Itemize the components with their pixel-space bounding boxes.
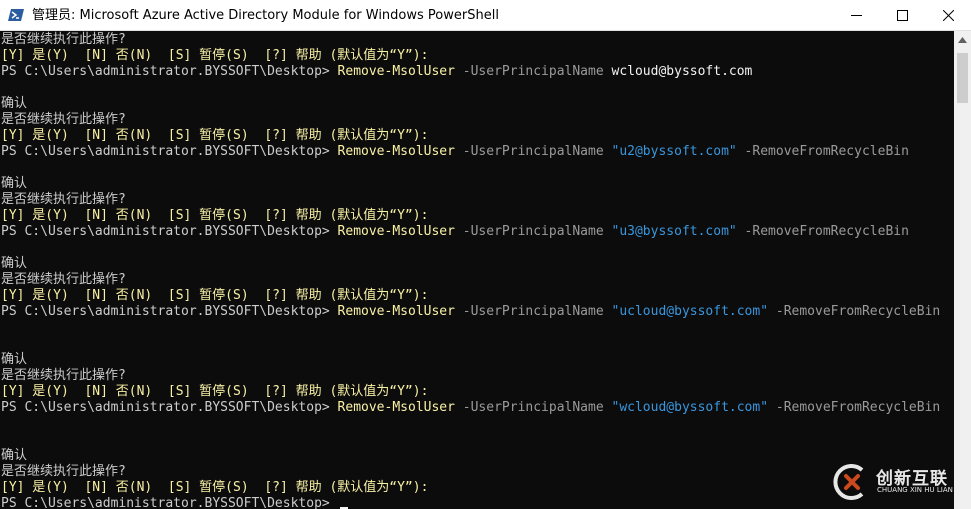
title-bar[interactable]: 管理员: Microsoft Azure Active Directory Mo… xyxy=(0,0,971,31)
console-text-segment: 是否继续执行此操作? xyxy=(1,272,126,287)
console-line: 是否继续执行此操作? xyxy=(1,464,126,480)
console-line: [Y] 是(Y) [N] 否(N) [S] 暂停(S) [?] 帮助 (默认值为… xyxy=(1,128,428,144)
console-text-segment: [Y] 是(Y) [N] 否(N) [S] 暂停(S) [?] 帮助 (默认值为… xyxy=(1,384,429,399)
console-text-segment: wcloud@byssoft.com xyxy=(611,64,753,79)
console-line: PS C:\Users\administrator.BYSSOFT\Deskto… xyxy=(1,304,940,320)
console-text-segment: Remove-MsolUser xyxy=(337,144,455,159)
console-text-segment: -UserPrincipalName xyxy=(454,144,612,159)
console-text-segment: 确认 xyxy=(1,352,28,367)
console-line: PS C:\Users\administrator.BYSSOFT\Deskto… xyxy=(1,224,909,240)
console-text-segment: 是否继续执行此操作? xyxy=(1,32,126,47)
console-text-segment: 确认 xyxy=(1,448,28,463)
window-title: 管理员: Microsoft Azure Active Directory Mo… xyxy=(32,8,499,23)
console-line: 确认 xyxy=(1,448,27,464)
maximize-icon xyxy=(896,10,908,21)
console-text-segment: -UserPrincipalName xyxy=(454,304,612,319)
console-line: PS C:\Users\administrator.BYSSOFT\Deskto… xyxy=(1,144,909,160)
console-line: [Y] 是(Y) [N] 否(N) [S] 暂停(S) [?] 帮助 (默认值为… xyxy=(1,480,428,496)
console-text-segment: PS C:\Users\administrator.BYSSOFT\Deskto… xyxy=(1,400,338,415)
console-text-segment: "wcloud@byssoft.com" xyxy=(611,400,769,415)
console-text-segment: -UserPrincipalName xyxy=(454,64,612,79)
maximize-button[interactable] xyxy=(879,0,925,31)
watermark-subtitle: CHUANG XIN HU LIAN xyxy=(877,486,953,494)
console-text-segment: "u3@byssoft.com" xyxy=(611,224,737,239)
minimize-button[interactable] xyxy=(833,0,879,31)
console-text-segment: [Y] 是(Y) [N] 否(N) [S] 暂停(S) [?] 帮助 (默认值为… xyxy=(1,128,429,143)
console-text-segment: "u2@byssoft.com" xyxy=(611,144,737,159)
vertical-scrollbar[interactable] xyxy=(954,31,971,509)
chuangxin-logo-icon xyxy=(833,464,864,500)
console-line: 是否继续执行此操作? xyxy=(1,192,126,208)
console-line: PS C:\Users\administrator.BYSSOFT\Deskto… xyxy=(1,400,940,416)
console-line: PS C:\Users\administrator.BYSSOFT\Deskto… xyxy=(1,496,348,509)
console-text-segment: 是否继续执行此操作? xyxy=(1,192,126,207)
console-text-segment: -UserPrincipalName xyxy=(454,224,612,239)
close-button[interactable] xyxy=(925,0,971,31)
console-line: 确认 xyxy=(1,256,27,272)
console-text-segment: PS C:\Users\administrator.BYSSOFT\Deskto… xyxy=(1,64,338,79)
console-text-segment: PS C:\Users\administrator.BYSSOFT\Deskto… xyxy=(1,496,338,509)
chevron-up-icon xyxy=(958,36,967,43)
console-line: [Y] 是(Y) [N] 否(N) [S] 暂停(S) [?] 帮助 (默认值为… xyxy=(1,208,428,224)
console-text-segment: PS C:\Users\administrator.BYSSOFT\Deskto… xyxy=(1,144,338,159)
console-line: 是否继续执行此操作? xyxy=(1,112,126,128)
scroll-thumb[interactable] xyxy=(957,53,968,103)
console-line: [Y] 是(Y) [N] 否(N) [S] 暂停(S) [?] 帮助 (默认值为… xyxy=(1,48,428,64)
console-text-segment: -RemoveFromRecycleBin xyxy=(736,224,909,239)
console-line: PS C:\Users\administrator.BYSSOFT\Deskto… xyxy=(1,64,752,80)
console-line: 是否继续执行此操作? xyxy=(1,32,126,48)
console-text-segment: 确认 xyxy=(1,96,28,111)
console-text-segment: Remove-MsolUser xyxy=(337,304,455,319)
console-text-segment: [Y] 是(Y) [N] 否(N) [S] 暂停(S) [?] 帮助 (默认值为… xyxy=(1,48,429,63)
console-text-segment: 确认 xyxy=(1,256,28,271)
console-text-segment: "ucloud@byssoft.com" xyxy=(611,304,769,319)
console-line: [Y] 是(Y) [N] 否(N) [S] 暂停(S) [?] 帮助 (默认值为… xyxy=(1,384,428,400)
minimize-icon xyxy=(850,15,862,16)
console-text-segment: PS C:\Users\administrator.BYSSOFT\Deskto… xyxy=(1,224,338,239)
console-line: 确认 xyxy=(1,176,27,192)
powershell-icon xyxy=(8,9,24,21)
console-text-segment: Remove-MsolUser xyxy=(337,224,455,239)
close-icon xyxy=(942,10,954,21)
console-line: [Y] 是(Y) [N] 否(N) [S] 暂停(S) [?] 帮助 (默认值为… xyxy=(1,288,428,304)
console-text-segment: Remove-MsolUser xyxy=(337,64,455,79)
console-line: 确认 xyxy=(1,352,27,368)
scroll-up-button[interactable] xyxy=(954,31,971,48)
console-text-segment: -RemoveFromRecycleBin xyxy=(768,400,941,415)
console-text-segment: PS C:\Users\administrator.BYSSOFT\Deskto… xyxy=(1,304,338,319)
watermark: 创新互联 CHUANG XIN HU LIAN xyxy=(832,462,964,504)
console-text-segment: Remove-MsolUser xyxy=(337,400,455,415)
console-line: 是否继续执行此操作? xyxy=(1,272,126,288)
console-line: 是否继续执行此操作? xyxy=(1,368,126,384)
console-text-segment: [Y] 是(Y) [N] 否(N) [S] 暂停(S) [?] 帮助 (默认值为… xyxy=(1,480,429,495)
console-line: 确认 xyxy=(1,96,27,112)
console-text-segment: 是否继续执行此操作? xyxy=(1,368,126,383)
console-text-segment: [Y] 是(Y) [N] 否(N) [S] 暂停(S) [?] 帮助 (默认值为… xyxy=(1,208,429,223)
console-text-segment: -UserPrincipalName xyxy=(454,400,612,415)
console-output[interactable]: 是否继续执行此操作? [Y] 是(Y) [N] 否(N) [S] 暂停(S) [?… xyxy=(0,31,954,509)
powershell-window: 管理员: Microsoft Azure Active Directory Mo… xyxy=(0,0,971,509)
console-text-segment: 确认 xyxy=(1,176,28,191)
console-text-segment: 是否继续执行此操作? xyxy=(1,112,126,127)
console-text-segment: 是否继续执行此操作? xyxy=(1,464,126,479)
console-text-segment: -RemoveFromRecycleBin xyxy=(768,304,941,319)
console-text-segment: [Y] 是(Y) [N] 否(N) [S] 暂停(S) [?] 帮助 (默认值为… xyxy=(1,288,429,303)
console-text-segment: -RemoveFromRecycleBin xyxy=(736,144,909,159)
